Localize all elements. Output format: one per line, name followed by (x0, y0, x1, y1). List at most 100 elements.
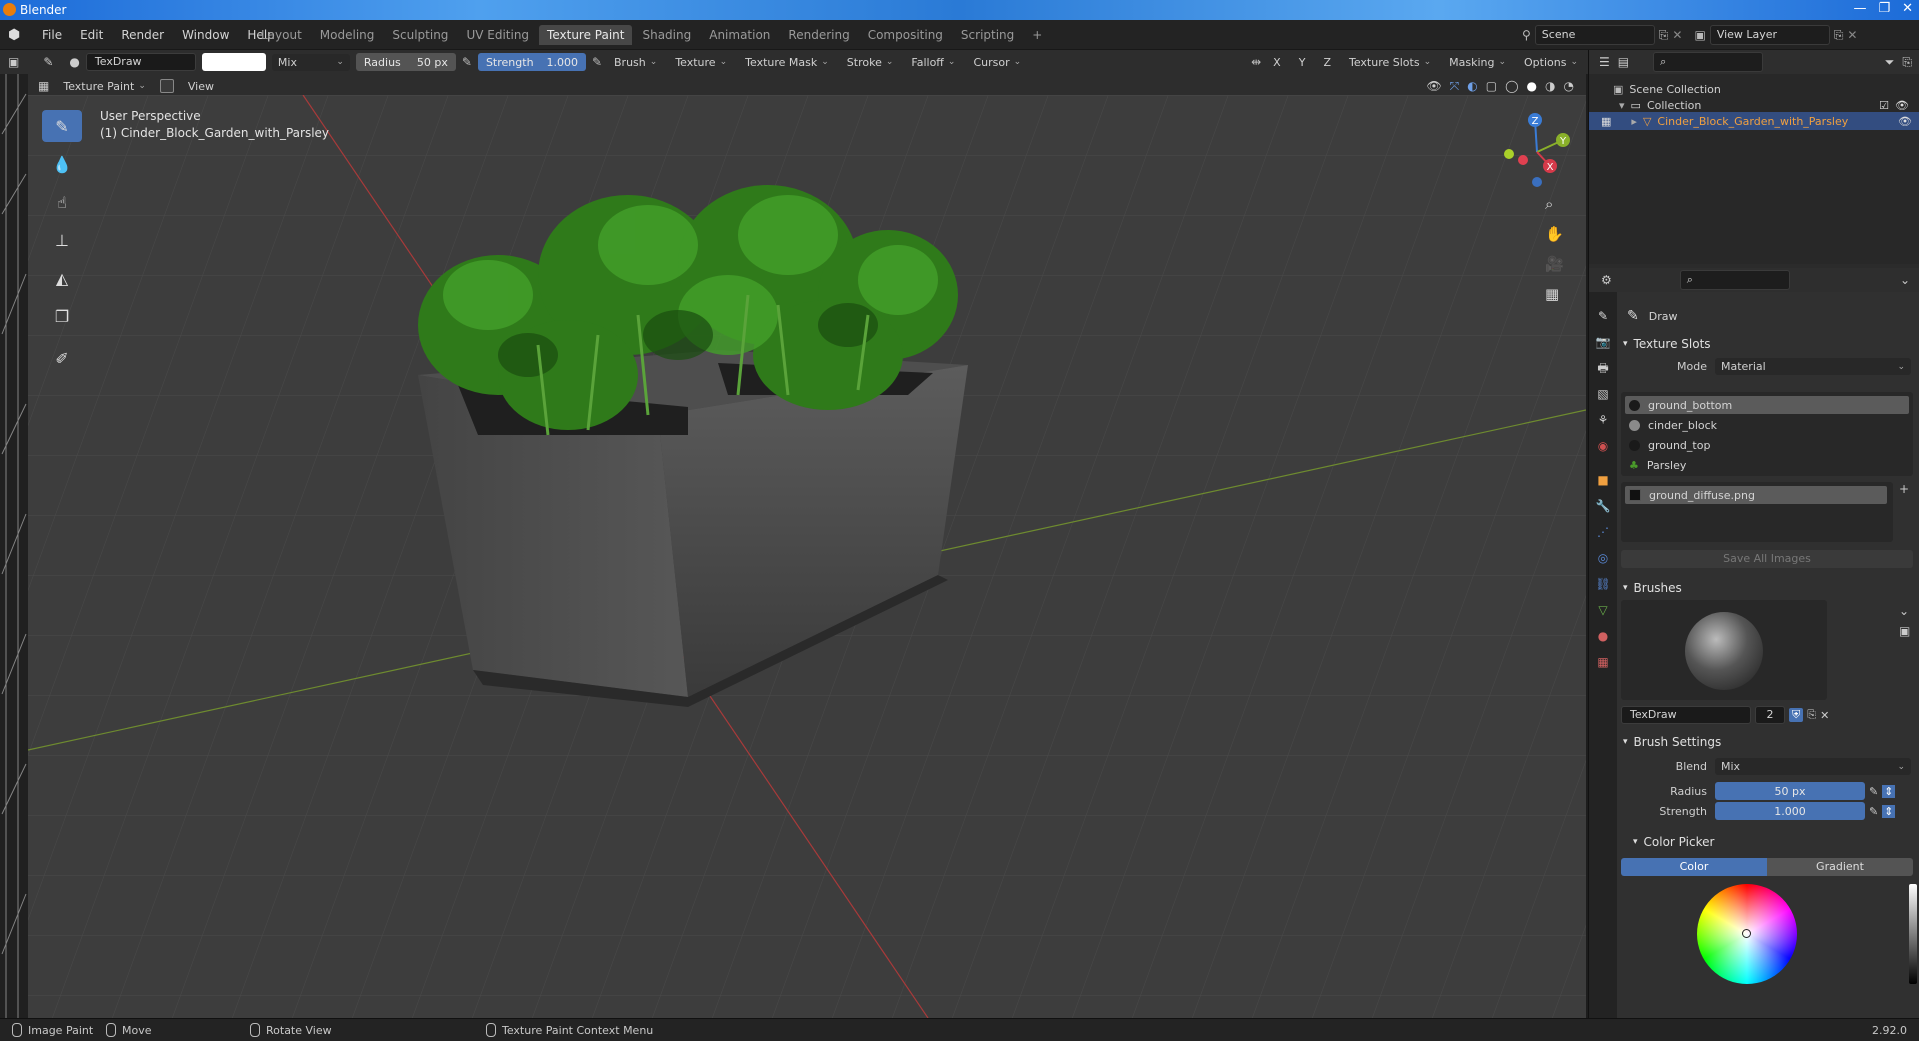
menu-window[interactable]: Window (182, 28, 229, 42)
brush-name-field[interactable]: TexDraw (85, 53, 196, 71)
pan-icon[interactable]: ✋ (1545, 225, 1564, 243)
overlay-toggle-icon[interactable]: ◐ (1467, 79, 1477, 93)
texture-tab-icon[interactable]: ▦ (1595, 654, 1611, 670)
camera-icon[interactable]: 🎥 (1545, 255, 1564, 273)
material-shading-icon[interactable]: ◑ (1545, 79, 1555, 93)
object-tab-icon[interactable]: ■ (1595, 472, 1611, 488)
gizmo-neg-y-icon[interactable] (1504, 149, 1514, 159)
texture-slots-panel-header[interactable]: ▾ Texture Slots (1623, 334, 1711, 354)
strength-pressure-icon[interactable]: ✎ (592, 55, 602, 69)
new-collection-icon[interactable]: ⎘ (1902, 55, 1912, 70)
cursor-menu[interactable]: Cursor ⌄ (967, 54, 1027, 71)
tab-modeling[interactable]: Modeling (312, 25, 383, 45)
mode-dropdown[interactable]: Material ⌄ (1715, 358, 1911, 375)
menu-edit[interactable]: Edit (80, 28, 103, 42)
tab-texture-paint[interactable]: Texture Paint (539, 25, 633, 45)
save-all-images-button[interactable]: Save All Images (1621, 550, 1913, 568)
brush-preview[interactable] (1621, 600, 1827, 700)
fill-tool-icon[interactable]: ◭ (42, 262, 82, 294)
texture-menu[interactable]: Texture ⌄ (669, 54, 733, 71)
new-view-layer-icon[interactable]: ⎘ (1834, 28, 1844, 43)
tab-layout[interactable]: Layout (253, 25, 310, 45)
gizmo-neg-x-icon[interactable] (1518, 155, 1528, 165)
falloff-menu[interactable]: Falloff ⌄ (905, 54, 961, 71)
add-workspace-button[interactable]: + (1024, 25, 1050, 45)
view-layer-tab-icon[interactable]: ▧ (1595, 386, 1611, 402)
blender-menu-icon[interactable]: ⬢ (8, 27, 24, 43)
duplicate-brush-icon[interactable]: ⎘ (1807, 708, 1816, 722)
tab-shading[interactable]: Shading (634, 25, 699, 45)
menu-file[interactable]: File (42, 28, 62, 42)
blend-mode-dropdown[interactable]: Mix ⌄ (1715, 758, 1911, 775)
outliner-editor-icon[interactable]: ☰ (1599, 55, 1610, 69)
outliner-object[interactable]: ▦ ▸ ▽ Cinder_Block_Garden_with_Parsley 👁 (1589, 112, 1919, 130)
value-slider[interactable] (1909, 884, 1917, 984)
material-tab-icon[interactable]: ● (1595, 628, 1611, 644)
soften-tool-icon[interactable]: 💧 (42, 148, 82, 180)
properties-options-icon[interactable]: ⌄ (1900, 273, 1910, 287)
color-wheel[interactable] (1697, 884, 1797, 984)
scene-tab-icon[interactable]: ⚘ (1595, 412, 1611, 428)
render-tab-icon[interactable]: 📷 (1595, 334, 1611, 350)
data-tab-icon[interactable]: ▽ (1595, 602, 1611, 618)
smear-tool-icon[interactable]: ☝ (42, 186, 82, 218)
material-slot-cinder-block[interactable]: cinder_block (1625, 416, 1909, 434)
ortho-grid-icon[interactable]: ▦ (1545, 285, 1564, 303)
3d-viewport[interactable] (28, 95, 1586, 1018)
tab-animation[interactable]: Animation (701, 25, 778, 45)
world-tab-icon[interactable]: ◉ (1595, 438, 1611, 454)
menu-render[interactable]: Render (121, 28, 164, 42)
tab-uv-editing[interactable]: UV Editing (458, 25, 537, 45)
strength-extra-icon[interactable]: ⇕ (1882, 804, 1896, 818)
brush-settings-panel-header[interactable]: ▾ Brush Settings (1623, 732, 1721, 752)
gizmo-neg-z-icon[interactable] (1532, 177, 1542, 187)
tab-sculpting[interactable]: Sculpting (384, 25, 456, 45)
paint-mask-toggle[interactable] (159, 79, 174, 93)
delete-view-layer-icon[interactable]: ✕ (1847, 28, 1857, 42)
brush-menu[interactable]: Brush ⌄ (608, 54, 663, 71)
masking-menu[interactable]: Masking ⌄ (1443, 54, 1512, 71)
solid-shading-icon[interactable]: ● (1527, 79, 1537, 93)
filter-icon[interactable]: ⏷ (1885, 55, 1895, 70)
unlink-brush-icon[interactable]: ✕ (1820, 709, 1829, 722)
close-button[interactable]: ✕ (1902, 1, 1913, 16)
annotate-tool-icon[interactable]: ✐ (42, 342, 82, 374)
options-menu[interactable]: Options ⌄ (1518, 54, 1584, 71)
brush-color-swatch[interactable] (201, 53, 266, 71)
brush-image-icon[interactable]: ▣ (1899, 624, 1910, 638)
properties-editor-icon[interactable]: ⚙ (1601, 273, 1612, 287)
tool-tab-icon[interactable]: ✎ (1595, 308, 1611, 324)
brush-radius-slider[interactable]: 50 px (1715, 782, 1865, 800)
expand-arrow-icon[interactable]: ▸ (1631, 115, 1637, 128)
expand-arrow-icon[interactable]: ▾ (1619, 99, 1625, 112)
minimize-button[interactable]: — (1853, 1, 1866, 16)
constraints-tab-icon[interactable]: ⛓ (1595, 576, 1611, 592)
view-menu[interactable]: View (182, 78, 220, 95)
properties-search-input[interactable]: ⌕ (1679, 270, 1790, 290)
color-tab[interactable]: Color (1621, 858, 1767, 876)
editor-type-icon[interactable]: ▣ (8, 55, 19, 69)
brush-strength-slider[interactable]: 1.000 (1715, 802, 1865, 820)
material-slot-ground-top[interactable]: ground_top (1625, 436, 1909, 454)
mask-tool-icon[interactable]: ❐ (42, 300, 82, 332)
draw-tool-icon[interactable]: ✎ (42, 110, 82, 142)
navigation-gizmo[interactable]: Z Y X (1495, 110, 1580, 195)
fake-user-icon[interactable]: ⛨ (1789, 708, 1804, 722)
tool-icon[interactable]: ✎ (43, 55, 53, 69)
strength-pressure-toggle-icon[interactable]: ✎ (1869, 805, 1878, 818)
new-scene-icon[interactable]: ⎘ (1659, 28, 1669, 43)
brush-datablock-name[interactable]: TexDraw (1621, 706, 1751, 724)
material-slot-ground-bottom[interactable]: ground_bottom (1625, 396, 1909, 414)
radius-unit-icon[interactable]: ⇕ (1882, 784, 1896, 798)
radius-slider[interactable]: Radius 50 px (355, 53, 456, 71)
texture-slots-menu[interactable]: Texture Slots ⌄ (1343, 54, 1437, 71)
add-slot-icon[interactable]: + (1899, 482, 1909, 496)
blend-dropdown[interactable]: Mix ⌄ (271, 53, 350, 71)
radius-pressure-toggle-icon[interactable]: ✎ (1869, 785, 1878, 798)
material-slot-parsley[interactable]: ♣ Parsley (1625, 456, 1909, 474)
maximize-button[interactable]: ❐ (1878, 1, 1890, 16)
scene-name-field[interactable]: Scene (1534, 25, 1655, 45)
mirror-x-toggle[interactable]: X (1267, 54, 1287, 71)
object-eye-icon[interactable]: 👁 (1898, 115, 1912, 128)
collection-eye-icon[interactable]: 👁 (1895, 99, 1909, 112)
